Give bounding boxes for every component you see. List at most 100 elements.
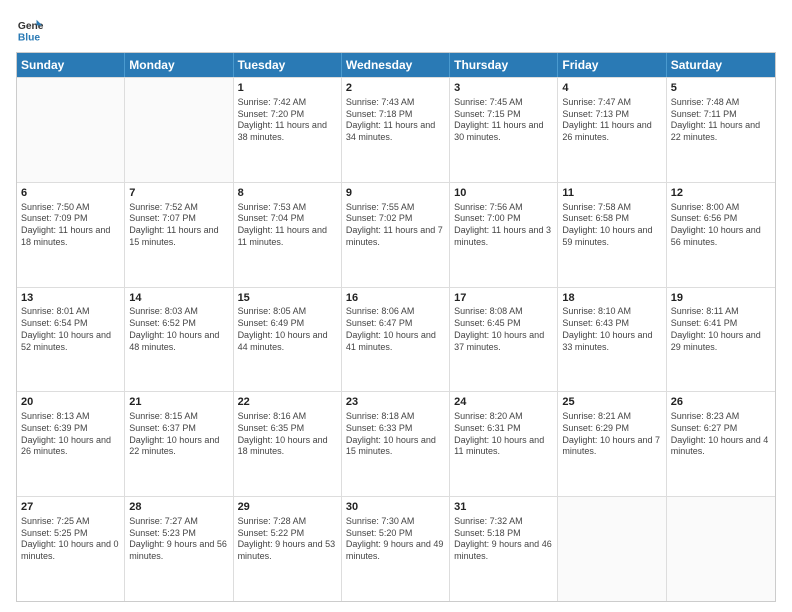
header: General Blue	[16, 16, 776, 44]
day-cell-9: 9Sunrise: 7:55 AM Sunset: 7:02 PM Daylig…	[342, 183, 450, 287]
day-cell-19: 19Sunrise: 8:11 AM Sunset: 6:41 PM Dayli…	[667, 288, 775, 392]
calendar-row-5: 27Sunrise: 7:25 AM Sunset: 5:25 PM Dayli…	[17, 496, 775, 601]
cell-info: Sunrise: 7:48 AM Sunset: 7:11 PM Dayligh…	[671, 97, 771, 144]
cell-info: Sunrise: 7:27 AM Sunset: 5:23 PM Dayligh…	[129, 516, 228, 563]
day-header-sunday: Sunday	[17, 53, 125, 77]
day-cell-28: 28Sunrise: 7:27 AM Sunset: 5:23 PM Dayli…	[125, 497, 233, 601]
day-number: 23	[346, 395, 445, 410]
day-cell-31: 31Sunrise: 7:32 AM Sunset: 5:18 PM Dayli…	[450, 497, 558, 601]
day-cell-6: 6Sunrise: 7:50 AM Sunset: 7:09 PM Daylig…	[17, 183, 125, 287]
logo-icon: General Blue	[16, 16, 44, 44]
day-number: 30	[346, 500, 445, 515]
cell-info: Sunrise: 8:10 AM Sunset: 6:43 PM Dayligh…	[562, 306, 661, 353]
cell-info: Sunrise: 8:01 AM Sunset: 6:54 PM Dayligh…	[21, 306, 120, 353]
cell-info: Sunrise: 8:11 AM Sunset: 6:41 PM Dayligh…	[671, 306, 771, 353]
day-cell-20: 20Sunrise: 8:13 AM Sunset: 6:39 PM Dayli…	[17, 392, 125, 496]
calendar-row-4: 20Sunrise: 8:13 AM Sunset: 6:39 PM Dayli…	[17, 391, 775, 496]
cell-info: Sunrise: 7:52 AM Sunset: 7:07 PM Dayligh…	[129, 202, 228, 249]
day-number: 3	[454, 81, 553, 96]
cell-info: Sunrise: 7:32 AM Sunset: 5:18 PM Dayligh…	[454, 516, 553, 563]
day-cell-7: 7Sunrise: 7:52 AM Sunset: 7:07 PM Daylig…	[125, 183, 233, 287]
day-cell-4: 4Sunrise: 7:47 AM Sunset: 7:13 PM Daylig…	[558, 78, 666, 182]
day-cell-15: 15Sunrise: 8:05 AM Sunset: 6:49 PM Dayli…	[234, 288, 342, 392]
cell-info: Sunrise: 7:58 AM Sunset: 6:58 PM Dayligh…	[562, 202, 661, 249]
day-cell-30: 30Sunrise: 7:30 AM Sunset: 5:20 PM Dayli…	[342, 497, 450, 601]
day-header-wednesday: Wednesday	[342, 53, 450, 77]
day-cell-5: 5Sunrise: 7:48 AM Sunset: 7:11 PM Daylig…	[667, 78, 775, 182]
calendar-header: SundayMondayTuesdayWednesdayThursdayFrid…	[17, 53, 775, 77]
day-number: 2	[346, 81, 445, 96]
logo: General Blue	[16, 16, 44, 44]
day-number: 15	[238, 291, 337, 306]
empty-cell-r4c6	[667, 497, 775, 601]
cell-info: Sunrise: 8:13 AM Sunset: 6:39 PM Dayligh…	[21, 411, 120, 458]
empty-cell-r4c5	[558, 497, 666, 601]
day-number: 8	[238, 186, 337, 201]
day-header-monday: Monday	[125, 53, 233, 77]
calendar-row-2: 6Sunrise: 7:50 AM Sunset: 7:09 PM Daylig…	[17, 182, 775, 287]
day-cell-22: 22Sunrise: 8:16 AM Sunset: 6:35 PM Dayli…	[234, 392, 342, 496]
cell-info: Sunrise: 7:28 AM Sunset: 5:22 PM Dayligh…	[238, 516, 337, 563]
day-number: 1	[238, 81, 337, 96]
day-header-tuesday: Tuesday	[234, 53, 342, 77]
day-number: 12	[671, 186, 771, 201]
day-header-friday: Friday	[558, 53, 666, 77]
day-cell-23: 23Sunrise: 8:18 AM Sunset: 6:33 PM Dayli…	[342, 392, 450, 496]
day-cell-17: 17Sunrise: 8:08 AM Sunset: 6:45 PM Dayli…	[450, 288, 558, 392]
page: General Blue SundayMondayTuesdayWednesda…	[0, 0, 792, 612]
cell-info: Sunrise: 7:25 AM Sunset: 5:25 PM Dayligh…	[21, 516, 120, 563]
day-number: 5	[671, 81, 771, 96]
calendar-row-3: 13Sunrise: 8:01 AM Sunset: 6:54 PM Dayli…	[17, 287, 775, 392]
cell-info: Sunrise: 7:45 AM Sunset: 7:15 PM Dayligh…	[454, 97, 553, 144]
calendar: SundayMondayTuesdayWednesdayThursdayFrid…	[16, 52, 776, 602]
cell-info: Sunrise: 7:42 AM Sunset: 7:20 PM Dayligh…	[238, 97, 337, 144]
cell-info: Sunrise: 7:55 AM Sunset: 7:02 PM Dayligh…	[346, 202, 445, 249]
day-header-thursday: Thursday	[450, 53, 558, 77]
cell-info: Sunrise: 8:15 AM Sunset: 6:37 PM Dayligh…	[129, 411, 228, 458]
day-cell-14: 14Sunrise: 8:03 AM Sunset: 6:52 PM Dayli…	[125, 288, 233, 392]
cell-info: Sunrise: 7:53 AM Sunset: 7:04 PM Dayligh…	[238, 202, 337, 249]
day-number: 21	[129, 395, 228, 410]
cell-info: Sunrise: 8:23 AM Sunset: 6:27 PM Dayligh…	[671, 411, 771, 458]
cell-info: Sunrise: 8:16 AM Sunset: 6:35 PM Dayligh…	[238, 411, 337, 458]
day-number: 17	[454, 291, 553, 306]
day-number: 19	[671, 291, 771, 306]
day-number: 25	[562, 395, 661, 410]
cell-info: Sunrise: 8:21 AM Sunset: 6:29 PM Dayligh…	[562, 411, 661, 458]
day-number: 28	[129, 500, 228, 515]
cell-info: Sunrise: 8:03 AM Sunset: 6:52 PM Dayligh…	[129, 306, 228, 353]
day-cell-11: 11Sunrise: 7:58 AM Sunset: 6:58 PM Dayli…	[558, 183, 666, 287]
day-number: 13	[21, 291, 120, 306]
cell-info: Sunrise: 7:43 AM Sunset: 7:18 PM Dayligh…	[346, 97, 445, 144]
day-cell-2: 2Sunrise: 7:43 AM Sunset: 7:18 PM Daylig…	[342, 78, 450, 182]
day-cell-29: 29Sunrise: 7:28 AM Sunset: 5:22 PM Dayli…	[234, 497, 342, 601]
day-cell-27: 27Sunrise: 7:25 AM Sunset: 5:25 PM Dayli…	[17, 497, 125, 601]
day-cell-21: 21Sunrise: 8:15 AM Sunset: 6:37 PM Dayli…	[125, 392, 233, 496]
day-cell-13: 13Sunrise: 8:01 AM Sunset: 6:54 PM Dayli…	[17, 288, 125, 392]
empty-cell-r0c1	[125, 78, 233, 182]
calendar-body: 1Sunrise: 7:42 AM Sunset: 7:20 PM Daylig…	[17, 77, 775, 601]
day-header-saturday: Saturday	[667, 53, 775, 77]
calendar-row-1: 1Sunrise: 7:42 AM Sunset: 7:20 PM Daylig…	[17, 77, 775, 182]
day-number: 26	[671, 395, 771, 410]
day-number: 9	[346, 186, 445, 201]
cell-info: Sunrise: 7:56 AM Sunset: 7:00 PM Dayligh…	[454, 202, 553, 249]
day-cell-3: 3Sunrise: 7:45 AM Sunset: 7:15 PM Daylig…	[450, 78, 558, 182]
cell-info: Sunrise: 8:00 AM Sunset: 6:56 PM Dayligh…	[671, 202, 771, 249]
day-number: 18	[562, 291, 661, 306]
day-number: 11	[562, 186, 661, 201]
day-cell-26: 26Sunrise: 8:23 AM Sunset: 6:27 PM Dayli…	[667, 392, 775, 496]
day-number: 27	[21, 500, 120, 515]
day-cell-10: 10Sunrise: 7:56 AM Sunset: 7:00 PM Dayli…	[450, 183, 558, 287]
day-number: 29	[238, 500, 337, 515]
day-cell-8: 8Sunrise: 7:53 AM Sunset: 7:04 PM Daylig…	[234, 183, 342, 287]
day-cell-1: 1Sunrise: 7:42 AM Sunset: 7:20 PM Daylig…	[234, 78, 342, 182]
empty-cell-r0c0	[17, 78, 125, 182]
cell-info: Sunrise: 8:06 AM Sunset: 6:47 PM Dayligh…	[346, 306, 445, 353]
day-number: 24	[454, 395, 553, 410]
cell-info: Sunrise: 8:20 AM Sunset: 6:31 PM Dayligh…	[454, 411, 553, 458]
svg-text:General: General	[18, 21, 44, 32]
cell-info: Sunrise: 8:05 AM Sunset: 6:49 PM Dayligh…	[238, 306, 337, 353]
day-number: 22	[238, 395, 337, 410]
day-cell-18: 18Sunrise: 8:10 AM Sunset: 6:43 PM Dayli…	[558, 288, 666, 392]
